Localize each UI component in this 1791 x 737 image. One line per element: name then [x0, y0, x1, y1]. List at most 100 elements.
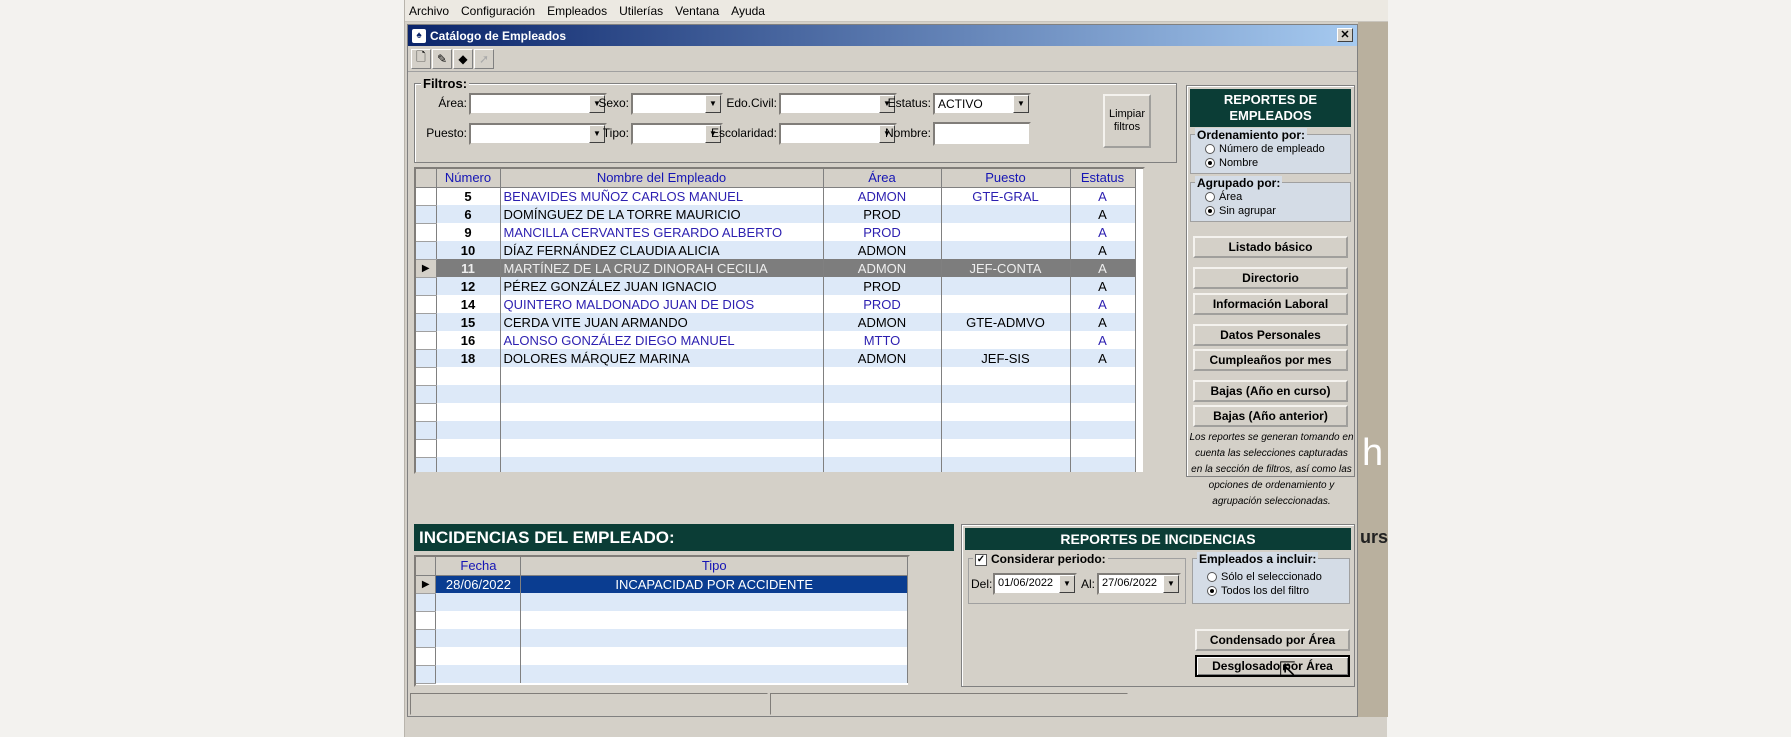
row-selector[interactable]: ▶ — [416, 575, 437, 594]
header-area[interactable]: Área — [823, 169, 942, 188]
header-nombre[interactable]: Nombre del Empleado — [500, 169, 824, 188]
clear-filters-button[interactable]: Limpiar filtros — [1103, 94, 1151, 148]
cell-area[interactable] — [823, 457, 942, 472]
table-row[interactable]: 9 MANCILLA CERVANTES GERARDO ALBERTO PROD A — [416, 223, 1136, 242]
cell-numero[interactable]: 15 — [436, 313, 501, 331]
cell-area[interactable] — [823, 421, 942, 439]
table-row[interactable] — [416, 611, 908, 630]
cell-fecha[interactable] — [435, 647, 522, 665]
cell-estatus[interactable]: A — [1070, 349, 1136, 367]
cell-area[interactable] — [823, 439, 942, 457]
row-selector[interactable] — [416, 187, 437, 206]
cell-estatus[interactable]: A — [1070, 331, 1136, 349]
menu-utilerias[interactable]: Utilerías — [619, 4, 663, 18]
cell-area[interactable] — [823, 403, 942, 421]
row-selector[interactable] — [416, 205, 437, 224]
row-selector[interactable] — [416, 367, 437, 386]
radio-icon[interactable] — [1205, 192, 1215, 203]
cell-nombre[interactable]: DÍAZ FERNÁNDEZ CLAUDIA ALICIA — [500, 241, 824, 259]
condensed-by-area-button[interactable]: Condensado por Área — [1195, 629, 1350, 651]
estatus-select[interactable]: ACTIVO ▼ — [933, 93, 1031, 115]
edit-icon[interactable]: ✎ — [432, 48, 452, 69]
sexo-select[interactable]: ▼ — [631, 93, 723, 115]
chevron-down-icon[interactable]: ▼ — [1059, 575, 1075, 593]
cell-estatus[interactable]: A — [1070, 277, 1136, 295]
menu-archivo[interactable]: Archivo — [409, 4, 449, 18]
cell-area[interactable] — [823, 385, 942, 403]
radio-checked-icon[interactable] — [1207, 586, 1217, 597]
cell-puesto[interactable] — [941, 367, 1071, 385]
cell-fecha[interactable] — [435, 611, 522, 629]
radio-checked-icon[interactable] — [1205, 206, 1215, 217]
table-row[interactable] — [416, 629, 908, 648]
cell-estatus[interactable] — [1070, 421, 1136, 439]
cell-fecha[interactable]: 28/06/2022 — [435, 575, 522, 593]
cell-area[interactable]: PROD — [823, 205, 942, 223]
row-selector[interactable] — [416, 277, 437, 296]
cell-area[interactable]: ADMON — [823, 313, 942, 331]
cell-puesto[interactable] — [941, 241, 1071, 259]
cell-numero[interactable] — [436, 367, 501, 385]
cell-puesto[interactable]: JEF-SIS — [941, 349, 1071, 367]
cell-numero[interactable] — [436, 403, 501, 421]
row-selector[interactable] — [416, 629, 437, 648]
cell-nombre[interactable]: MARTÍNEZ DE LA CRUZ DINORAH CECILIA — [500, 259, 824, 277]
previous-year-leaves-button[interactable]: Bajas (Año anterior) — [1193, 405, 1348, 427]
only-selected-radio[interactable]: Sólo el seleccionado — [1207, 571, 1322, 583]
cell-area[interactable] — [823, 367, 942, 385]
all-filtered-radio[interactable]: Todos los del filtro — [1207, 585, 1309, 597]
no-grouping-radio[interactable]: Sin agrupar — [1205, 205, 1276, 217]
table-row[interactable] — [416, 593, 908, 612]
detailed-by-area-button[interactable]: Desglosado por Área — [1195, 655, 1350, 677]
cell-nombre[interactable]: QUINTERO MALDONADO JUAN DE DIOS — [500, 295, 824, 313]
cell-numero[interactable] — [436, 439, 501, 457]
cell-puesto[interactable] — [941, 439, 1071, 457]
cell-puesto[interactable] — [941, 331, 1071, 349]
new-document-icon[interactable]: 🗋 — [411, 48, 431, 69]
table-row[interactable]: ▶ 28/06/2022 INCAPACIDAD POR ACCIDENTE — [416, 575, 908, 594]
table-row[interactable] — [416, 421, 1136, 440]
cell-estatus[interactable] — [1070, 403, 1136, 421]
table-row[interactable] — [416, 403, 1136, 422]
header-estatus[interactable]: Estatus — [1070, 169, 1136, 188]
row-selector[interactable] — [416, 295, 437, 314]
cell-estatus[interactable]: A — [1070, 187, 1136, 205]
cell-estatus[interactable] — [1070, 457, 1136, 472]
menu-empleados[interactable]: Empleados — [547, 4, 607, 18]
cell-nombre[interactable]: BENAVIDES MUÑOZ CARLOS MANUEL — [500, 187, 824, 205]
chevron-down-icon[interactable]: ▼ — [705, 95, 721, 113]
radio-icon[interactable] — [1205, 144, 1215, 155]
cell-nombre[interactable] — [500, 403, 824, 421]
cell-puesto[interactable]: JEF-CONTA — [941, 259, 1071, 277]
radio-icon[interactable] — [1207, 572, 1217, 583]
table-row[interactable]: 14 QUINTERO MALDONADO JUAN DE DIOS PROD A — [416, 295, 1136, 314]
row-selector[interactable] — [416, 403, 437, 422]
current-year-leaves-button[interactable]: Bajas (Año en curso) — [1193, 380, 1348, 402]
cell-estatus[interactable]: A — [1070, 313, 1136, 331]
cell-estatus[interactable]: A — [1070, 205, 1136, 223]
table-row[interactable] — [416, 367, 1136, 386]
cell-numero[interactable]: 6 — [436, 205, 501, 223]
cell-estatus[interactable]: A — [1070, 259, 1136, 277]
personal-data-button[interactable]: Datos Personales — [1193, 324, 1348, 346]
header-fecha[interactable]: Fecha — [435, 557, 522, 576]
group-by-area-radio[interactable]: Área — [1205, 191, 1242, 203]
puesto-select[interactable]: ▼ — [469, 123, 607, 145]
cell-numero[interactable]: 11 — [436, 259, 501, 277]
chevron-down-icon[interactable]: ▼ — [1163, 575, 1179, 593]
cell-puesto[interactable] — [941, 457, 1071, 472]
cell-area[interactable]: MTTO — [823, 331, 942, 349]
cell-numero[interactable]: 10 — [436, 241, 501, 259]
date-from-picker[interactable]: 01/06/2022 ▼ — [993, 573, 1077, 595]
table-row[interactable] — [416, 647, 908, 666]
cell-estatus[interactable] — [1070, 367, 1136, 385]
cell-nombre[interactable]: MANCILLA CERVANTES GERARDO ALBERTO — [500, 223, 824, 241]
chevron-down-icon[interactable]: ▼ — [1013, 95, 1029, 113]
row-selector[interactable] — [416, 223, 437, 242]
cell-nombre[interactable] — [500, 421, 824, 439]
nombre-input[interactable] — [933, 122, 1031, 146]
cell-tipo[interactable] — [520, 629, 908, 647]
row-selector[interactable] — [416, 439, 437, 458]
row-selector[interactable] — [416, 331, 437, 350]
row-selector[interactable] — [416, 665, 437, 684]
